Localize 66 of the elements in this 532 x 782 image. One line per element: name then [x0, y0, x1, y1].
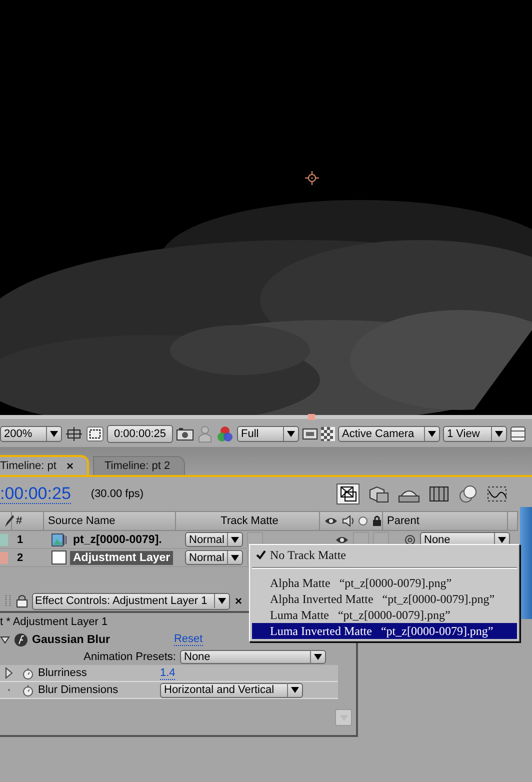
region-of-interest-icon[interactable]	[302, 427, 318, 441]
effect-controls-tab[interactable]: Effect Controls: Adjustment Layer 1	[32, 592, 230, 610]
resolution-dropdown[interactable]: Full	[237, 426, 299, 442]
label-color[interactable]	[0, 552, 8, 564]
column-header[interactable]: Track Matte	[176, 512, 320, 530]
camera-icon[interactable]	[176, 427, 194, 441]
solo-icon[interactable]	[358, 516, 368, 526]
frame-rate: (30.00 fps)	[90, 488, 144, 500]
region-icon[interactable]	[86, 426, 104, 442]
menu-item[interactable]: Luma Inverted Matte “pt_z[0000-0079].png”	[252, 623, 517, 639]
checkerboard-icon[interactable]	[321, 427, 335, 441]
timecode-field[interactable]: 0:00:00:25	[107, 425, 173, 443]
blend-mode-dropdown[interactable]: Normal	[185, 532, 243, 547]
fx-icon[interactable]	[14, 632, 28, 646]
comp-mini-flowchart-icon[interactable]	[336, 483, 360, 505]
eye-icon[interactable]	[324, 516, 338, 526]
timeline-tab[interactable]: Timeline: pt 2	[93, 456, 186, 475]
close-button[interactable]: ×	[235, 594, 242, 608]
crosshair-icon	[305, 171, 319, 185]
camera-dropdown[interactable]: Active Camera	[338, 426, 440, 442]
menu-item[interactable]: No Track Matte	[252, 547, 517, 563]
menu-item[interactable]: Luma Matte “pt_z[0000-0079].png”	[252, 607, 517, 623]
motion-blur-icon[interactable]	[458, 484, 478, 504]
film-frames-icon[interactable]	[428, 484, 450, 504]
property-name: Blurriness	[38, 667, 88, 679]
zoom-dropdown[interactable]: 200%	[0, 426, 62, 442]
close-button[interactable]: ×	[66, 459, 74, 473]
lock-icon[interactable]	[16, 594, 28, 608]
graph-editor-icon[interactable]	[486, 485, 508, 503]
grid-icon[interactable]	[65, 426, 83, 442]
pick-whip-icon[interactable]	[404, 534, 416, 546]
column-header[interactable]: #	[12, 512, 44, 530]
view-layout-dropdown[interactable]: 1 View	[443, 426, 507, 442]
collapsed-triangle-icon[interactable]	[5, 667, 13, 679]
column-header[interactable]: Parent	[383, 512, 508, 530]
grip-icon	[4, 594, 12, 608]
property-name: Blur Dimensions	[38, 684, 120, 696]
expanded-triangle-icon[interactable]	[0, 634, 10, 644]
layer-name[interactable]: Adjustment Layer	[70, 550, 174, 564]
time-marker[interactable]	[308, 414, 315, 420]
blank-layer-icon	[51, 550, 67, 565]
pencil-icon	[4, 514, 14, 528]
menu-item[interactable]: Alpha Inverted Matte “pt_z[0000-0079].png”	[252, 591, 517, 607]
stopwatch-icon[interactable]	[22, 684, 34, 696]
layer-title: t * Adjustment Layer 1	[0, 615, 108, 630]
layer-name[interactable]: pt_z[0000-0079].	[70, 532, 165, 546]
eye-icon[interactable]	[335, 534, 349, 544]
timeline-tab[interactable]: Timeline: pt ×	[0, 455, 90, 475]
panel-icon[interactable]	[510, 426, 526, 442]
speaker-icon[interactable]	[342, 515, 354, 527]
color-channels-icon[interactable]	[216, 426, 234, 442]
effect-name: Gaussian Blur	[32, 634, 110, 646]
layer-number: 1	[16, 534, 24, 546]
property-dropdown[interactable]: Horizontal and Vertical	[160, 682, 303, 698]
presets-label: Animation Presets:	[84, 650, 176, 662]
label-color[interactable]	[0, 534, 8, 546]
column-header[interactable]: Source Name	[44, 512, 176, 530]
property-value[interactable]: 1.4	[160, 666, 176, 680]
lock-icon[interactable]	[372, 515, 382, 527]
cubes-icon[interactable]	[368, 484, 390, 504]
menu-item[interactable]: Alpha Matte “pt_z[0000-0079].png”	[252, 575, 517, 591]
image-sequence-icon	[51, 532, 67, 546]
presets-dropdown[interactable]: None	[180, 650, 326, 664]
blend-mode-dropdown[interactable]: Normal	[185, 550, 243, 565]
stopwatch-icon[interactable]	[22, 666, 34, 680]
layer-number: 2	[16, 552, 24, 564]
